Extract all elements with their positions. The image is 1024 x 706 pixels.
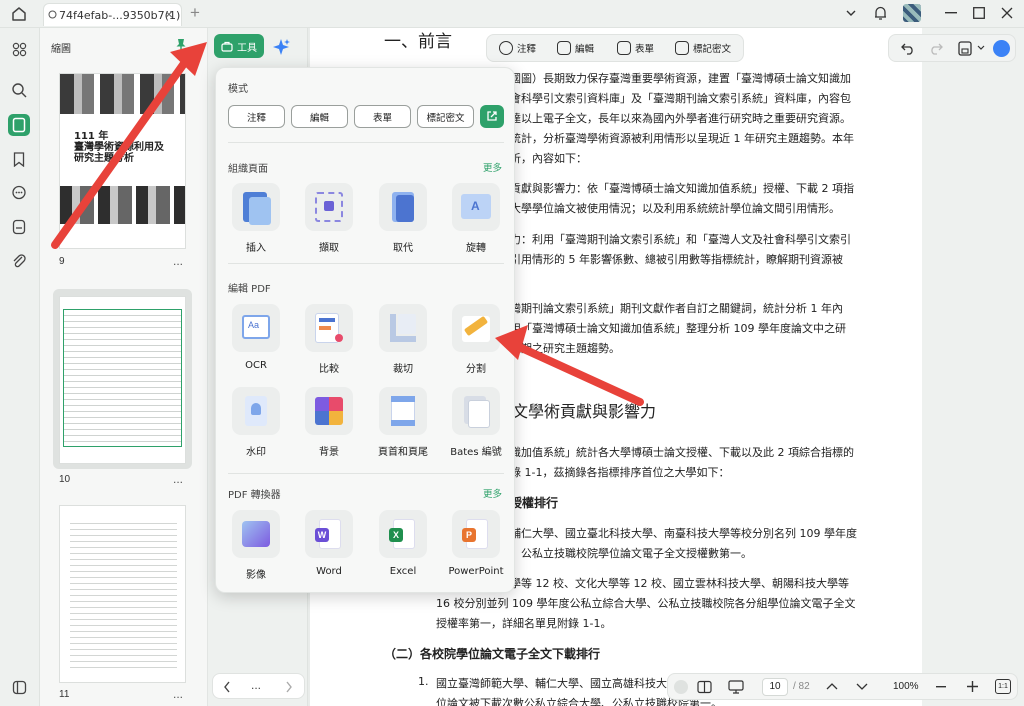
annotation-arrows	[51, 42, 644, 406]
arrow-to-tools-button	[51, 42, 207, 249]
arrow-to-split-tool	[495, 325, 644, 406]
